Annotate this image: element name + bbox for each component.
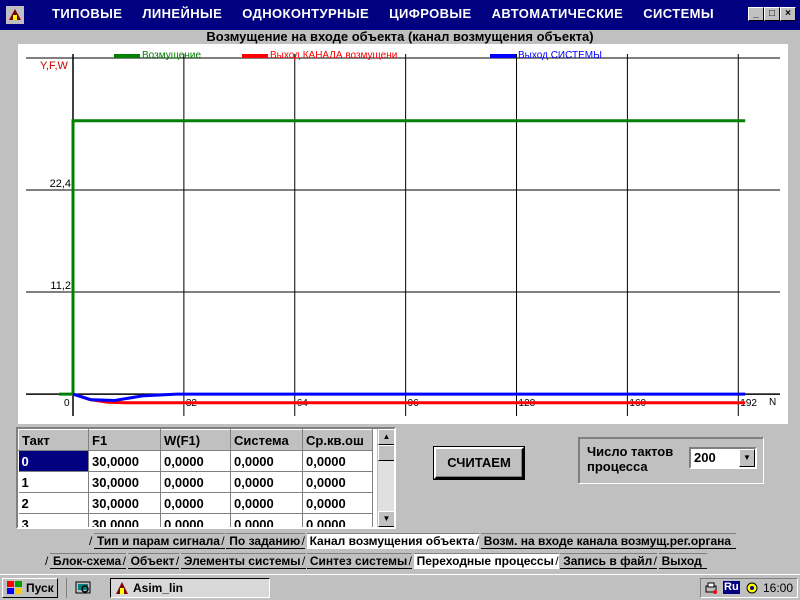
column-header-wf1[interactable]: W(F1) — [160, 429, 231, 451]
menu-item-single-loop[interactable]: ОДНОКОНТУРНЫЕ — [242, 6, 369, 21]
table-cell[interactable]: 0,0000 — [160, 471, 231, 493]
language-indicator[interactable]: Ru — [723, 581, 740, 594]
menu-item-digital[interactable]: ЦИФРОВЫЕ — [389, 6, 472, 21]
legend-item-disturbance: Возмущение — [114, 50, 201, 61]
column-header-rms-error[interactable]: Ср.кв.ош — [302, 429, 373, 451]
legend-label-channel-output: Выход КАНАЛА возмущени — [270, 50, 398, 61]
legend-item-system-output: Выход СИСТЕМЫ — [490, 50, 602, 61]
task-button-label: Asim_lin — [133, 581, 184, 595]
tab-system-elements[interactable]: Элементы системы — [176, 553, 306, 569]
y-tick-label: 22,4 — [50, 178, 71, 190]
table-cell[interactable]: 0,0000 — [160, 450, 231, 472]
column-header-cycle[interactable]: Такт — [18, 429, 89, 451]
tab-block-diagram[interactable]: Блок-схема — [45, 553, 127, 569]
printer-icon[interactable] — [704, 581, 718, 595]
table-row[interactable]: 2 30,0000 0,0000 0,0000 0,0000 — [18, 492, 373, 514]
quick-launch — [66, 578, 98, 598]
compute-button[interactable]: СЧИТАЕМ — [433, 446, 525, 480]
title-menu-bar: ТИПОВЫЕ ЛИНЕЙНЫЕ ОДНОКОНТУРНЫЕ ЦИФРОВЫЕ … — [0, 0, 800, 30]
scroll-down-arrow-icon[interactable]: ▼ — [378, 511, 394, 527]
chart-title: Возмущение на входе объекта (канал возму… — [206, 29, 594, 44]
column-header-f1[interactable]: F1 — [88, 429, 161, 451]
main-tabs: Блок-схема Объект Элементы системы Синте… — [45, 553, 707, 569]
table-cell[interactable]: 30,0000 — [88, 471, 161, 493]
windows-logo-icon — [7, 581, 22, 594]
table-vertical-scrollbar[interactable]: ▲ ▼ — [377, 429, 394, 527]
system-tray: Ru 16:00 — [700, 578, 798, 598]
table-cell[interactable]: 0,0000 — [230, 471, 303, 493]
minimize-button[interactable]: _ — [748, 7, 764, 21]
taskbar: Пуск Asim_lin Ru 16:00 — [0, 574, 800, 600]
tab-object[interactable]: Объект — [123, 553, 180, 569]
table-cell[interactable]: 0,0000 — [160, 513, 231, 527]
cycles-dropdown[interactable]: 200 ▼ — [689, 447, 757, 469]
y-tick-label: 11,2 — [50, 280, 71, 292]
explorer-icon[interactable] — [75, 580, 91, 596]
table-cell[interactable]: 1 — [18, 471, 89, 493]
menu-item-typical[interactable]: ТИПОВЫЕ — [52, 6, 122, 21]
table-cell[interactable]: 30,0000 — [88, 450, 161, 472]
sub-tabs: Тип и парам сигнала По заданию Канал воз… — [89, 533, 737, 549]
scroll-thumb[interactable] — [378, 445, 394, 461]
series-line-disturbance — [59, 119, 746, 396]
tab-transients[interactable]: Переходные процессы — [409, 553, 559, 569]
tab-setpoint[interactable]: По заданию — [221, 533, 306, 549]
tab-disturbance-actuator[interactable]: Возм. на входе канала возмущ.рег.органа — [476, 533, 737, 549]
table-cell[interactable]: 0 — [18, 450, 89, 472]
main-menu: ТИПОВЫЕ ЛИНЕЙНЫЕ ОДНОКОНТУРНЫЕ ЦИФРОВЫЕ … — [52, 6, 730, 21]
legend-swatch-system-output — [490, 53, 516, 58]
table-cell[interactable]: 0,0000 — [302, 492, 373, 514]
table-cell[interactable]: 2 — [18, 492, 89, 514]
table-cell[interactable]: 30,0000 — [88, 513, 161, 527]
legend-label-disturbance: Возмущение — [142, 50, 202, 61]
table-cell[interactable]: 30,0000 — [88, 492, 161, 514]
app-system-icon[interactable] — [6, 6, 24, 24]
legend-item-channel-output: Выход КАНАЛА возмущени — [242, 50, 397, 61]
close-button[interactable]: × — [780, 7, 796, 21]
table-cell[interactable]: 0,0000 — [302, 471, 373, 493]
column-header-system[interactable]: Система — [230, 429, 303, 451]
x-axis-label: N — [769, 397, 776, 408]
scroll-up-arrow-icon[interactable]: ▲ — [378, 429, 394, 445]
table-cell[interactable]: 0,0000 — [230, 450, 303, 472]
table-row[interactable]: 3 30,0000 0,0000 0,0000 0,0000 — [18, 513, 373, 527]
legend-label-system-output: Выход СИСТЕМЫ — [518, 50, 602, 61]
table-row[interactable]: 0 30,0000 0,0000 0,0000 0,0000 — [18, 450, 373, 472]
menu-item-automatic[interactable]: АВТОМАТИЧЕСКИЕ — [492, 6, 624, 21]
clock: 16:00 — [763, 581, 794, 595]
chevron-down-icon[interactable]: ▼ — [739, 449, 755, 467]
table-cell[interactable]: 0,0000 — [230, 492, 303, 514]
start-button[interactable]: Пуск — [2, 578, 58, 598]
table-cell[interactable]: 0,0000 — [302, 513, 373, 527]
app-icon — [116, 582, 128, 594]
chart-canvas: 11,222,40 32 64 96 128 160 192Y,F,WN — [26, 54, 780, 416]
cycles-value: 200 — [694, 450, 716, 465]
results-table[interactable]: Такт F1 W(F1) Система Ср.кв.ош 0 30,0000… — [16, 427, 396, 529]
tab-save-to-file[interactable]: Запись в файл — [555, 553, 658, 569]
table-cell[interactable]: 3 — [18, 513, 89, 527]
table-cell[interactable]: 0,0000 — [230, 513, 303, 527]
tab-system-synthesis[interactable]: Синтез системы — [302, 553, 413, 569]
table-row[interactable]: 1 30,0000 0,0000 0,0000 0,0000 — [18, 471, 373, 493]
table-cell[interactable]: 0,0000 — [160, 492, 231, 514]
legend-swatch-disturbance — [114, 53, 140, 58]
speaker-icon[interactable] — [745, 581, 759, 595]
table-cell[interactable]: 0,0000 — [302, 450, 373, 472]
task-button-asim-lin[interactable]: Asim_lin — [110, 578, 270, 598]
table-header-row: Такт F1 W(F1) Система Ср.кв.ош — [18, 429, 373, 451]
tab-exit[interactable]: Выход — [654, 553, 707, 569]
tab-signal-type[interactable]: Тип и парам сигнала — [89, 533, 225, 549]
start-label: Пуск — [26, 581, 54, 595]
x-tick-label: 0 — [64, 398, 70, 409]
chart-legend: Возмущение Выход КАНАЛА возмущени Выход … — [18, 50, 788, 64]
results-grid: Такт F1 W(F1) Система Ср.кв.ош 0 30,0000… — [18, 429, 373, 527]
chart-area: 11,2 22,4 0 32 64 96 128 160 192 Y,F,W N Возмущени… — [18, 44, 788, 424]
menu-item-systems[interactable]: СИСТЕМЫ — [643, 6, 714, 21]
tab-disturbance-channel[interactable]: Канал возмущения объекта — [302, 533, 480, 549]
cycles-label: Число тактов процесса — [587, 444, 674, 474]
legend-swatch-channel-output — [242, 53, 268, 58]
menu-item-linear[interactable]: ЛИНЕЙНЫЕ — [142, 6, 222, 21]
maximize-button[interactable]: □ — [764, 7, 780, 21]
cycles-group: Число тактов процесса 200 ▼ — [578, 437, 764, 484]
